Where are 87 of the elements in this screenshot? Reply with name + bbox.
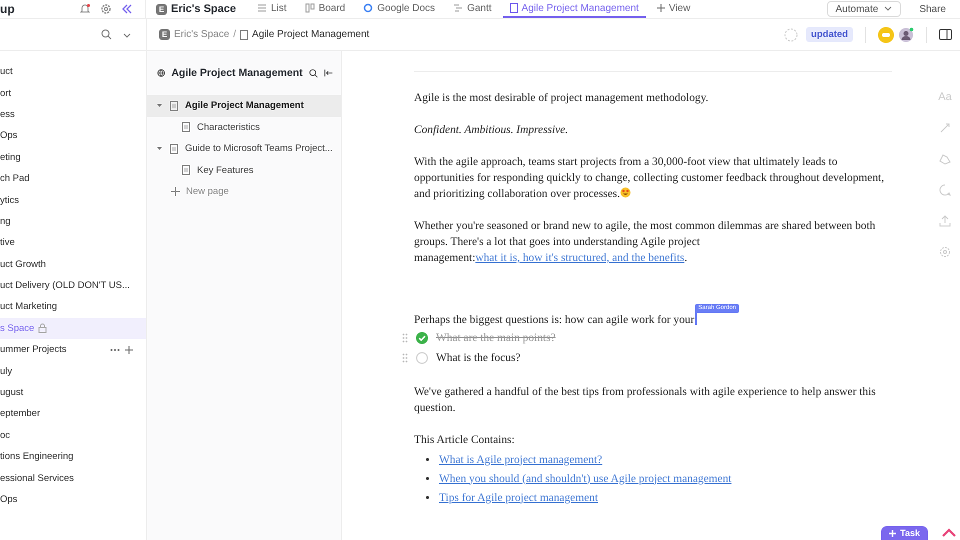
globe-icon	[157, 68, 166, 78]
sidebar-item[interactable]: ng	[0, 210, 146, 232]
breadcrumb-item[interactable]: Eric's Space	[174, 29, 230, 40]
search-icon[interactable]	[308, 68, 318, 78]
add-view-button[interactable]: View	[650, 0, 698, 18]
logo-icon[interactable]	[942, 528, 956, 538]
lock-icon	[38, 323, 48, 334]
google-icon	[363, 3, 374, 13]
sidebar-item[interactable]: oc	[0, 424, 146, 446]
view-tab[interactable]: Google Docs	[356, 0, 442, 18]
page-tree-item[interactable]: Agile Project Management	[147, 95, 341, 116]
sidebar-item[interactable]: ort	[0, 82, 146, 104]
add-task-button[interactable]: Task	[881, 526, 928, 540]
board-icon	[304, 3, 315, 13]
logo-text: up	[0, 2, 15, 16]
view-tab[interactable]: Board	[298, 0, 352, 18]
paragraph: Agile is the most desirable of project management methodology.	[414, 91, 710, 106]
plus-icon	[171, 186, 180, 196]
document-icon	[510, 3, 518, 13]
side-panel-icon[interactable]	[939, 29, 952, 40]
paragraph: We've gathered a handful of the best tips from professionals with agile experience to help answer this question.	[414, 385, 877, 416]
paragraph: Confident. Ambitious. Impressive.	[414, 123, 570, 138]
status-badge[interactable]: updated	[806, 27, 853, 42]
sidebar-item[interactable]: uct Delivery (OLD DON'T US...	[0, 274, 146, 296]
breadcrumb-item[interactable]: Agile Project Management	[252, 29, 370, 40]
sidebar-item[interactable]: eptember	[0, 403, 146, 425]
collapse-panel-icon[interactable]	[324, 68, 333, 78]
list-icon	[257, 3, 267, 13]
plus-icon[interactable]	[124, 344, 134, 355]
sidebar-item[interactable]: ch Pad	[0, 168, 146, 190]
document-icon	[170, 144, 178, 154]
plus-icon	[889, 530, 896, 536]
drag-handle-icon[interactable]	[402, 353, 408, 363]
plus-icon	[656, 4, 665, 12]
document-icon	[240, 30, 248, 40]
sidebar-item[interactable]: Ops	[0, 125, 146, 147]
bell-icon[interactable]	[79, 3, 91, 15]
gantt-icon	[453, 3, 464, 13]
automate-button[interactable]: Automate	[826, 1, 902, 17]
breadcrumb-separator: /	[233, 29, 236, 40]
sidebar-item[interactable]: uct Marketing	[0, 296, 146, 318]
sidebar-item[interactable]: uct Growth	[0, 254, 146, 275]
sidebar-item[interactable]: ytics	[0, 189, 146, 211]
paragraph: With the agile approach, teams start projects from a 30,000-foot view that ultimately leads to opportunities for responding quickly to change, collecting customer feedback throughout development, and prioritizing collaboration over processes.	[414, 155, 886, 202]
drag-handle-icon[interactable]	[402, 333, 408, 343]
page-tree-item[interactable]: Guide to Microsoft Teams Project...	[147, 138, 341, 160]
caret-icon[interactable]	[156, 102, 163, 110]
space-avatar: E	[159, 29, 170, 40]
link[interactable]: what it is, how it's structured, and the benefits	[475, 252, 684, 264]
caret-icon[interactable]	[156, 145, 163, 152]
document-icon	[182, 165, 190, 176]
checked-checkbox[interactable]	[416, 332, 428, 344]
space-name[interactable]: Eric's Space	[171, 3, 236, 15]
document-icon	[170, 100, 178, 111]
page-tree-item[interactable]: Characteristics	[147, 116, 341, 138]
sidebar-item[interactable]: s Space	[0, 318, 146, 340]
sidebar-item[interactable]: ess	[0, 104, 146, 126]
space-avatar: E	[156, 4, 167, 14]
view-tab[interactable]: Agile Project Management	[502, 0, 646, 18]
sidebar-item[interactable]: eting	[0, 146, 146, 168]
sidebar-item[interactable]: tive	[0, 232, 146, 254]
view-tab[interactable]: List	[250, 0, 294, 18]
sidebar-item[interactable]: uly	[0, 360, 146, 382]
todo-text: What is the focus?	[436, 351, 520, 366]
link[interactable]: What is Agile project management?	[439, 452, 602, 468]
chevron-down-icon	[884, 6, 892, 12]
sidebar-item[interactable]: essional Services	[0, 467, 146, 489]
link[interactable]: When you should (and shouldn't) use Agile project management	[439, 470, 732, 486]
paragraph: This Article Contains:	[414, 433, 516, 448]
robot-avatar-icon	[878, 26, 894, 42]
page-tree-item[interactable]: Key Features	[147, 160, 341, 181]
paragraph: Whether you're seasoned or brand new to agile, the most common dilemmas are shared between both groups. There's a lot that goes into understanding Agile project management:what it is, how it's structured, and the benefits.	[414, 219, 876, 266]
sidebar-item[interactable]: Ops	[0, 488, 146, 510]
doc-title: Agile Project Management	[171, 67, 303, 79]
sidebar-item[interactable]: ugust	[0, 382, 146, 404]
more-icon[interactable]	[110, 348, 120, 352]
sidebar-item[interactable]: ummer Projects	[0, 339, 146, 360]
sidebar-item[interactable]: uct	[0, 61, 146, 82]
sidebar-item[interactable]: tions Engineering	[0, 446, 146, 468]
user-avatar-icon	[898, 26, 914, 42]
settings-icon[interactable]	[100, 3, 112, 15]
link[interactable]: Tips for Agile project management	[439, 490, 598, 506]
view-tab[interactable]: Gantt	[446, 0, 499, 18]
checkbox[interactable]	[416, 352, 428, 364]
todo-text: What are the main points?	[436, 331, 556, 346]
collapse-icon[interactable]	[121, 3, 133, 15]
document-icon	[182, 122, 190, 132]
